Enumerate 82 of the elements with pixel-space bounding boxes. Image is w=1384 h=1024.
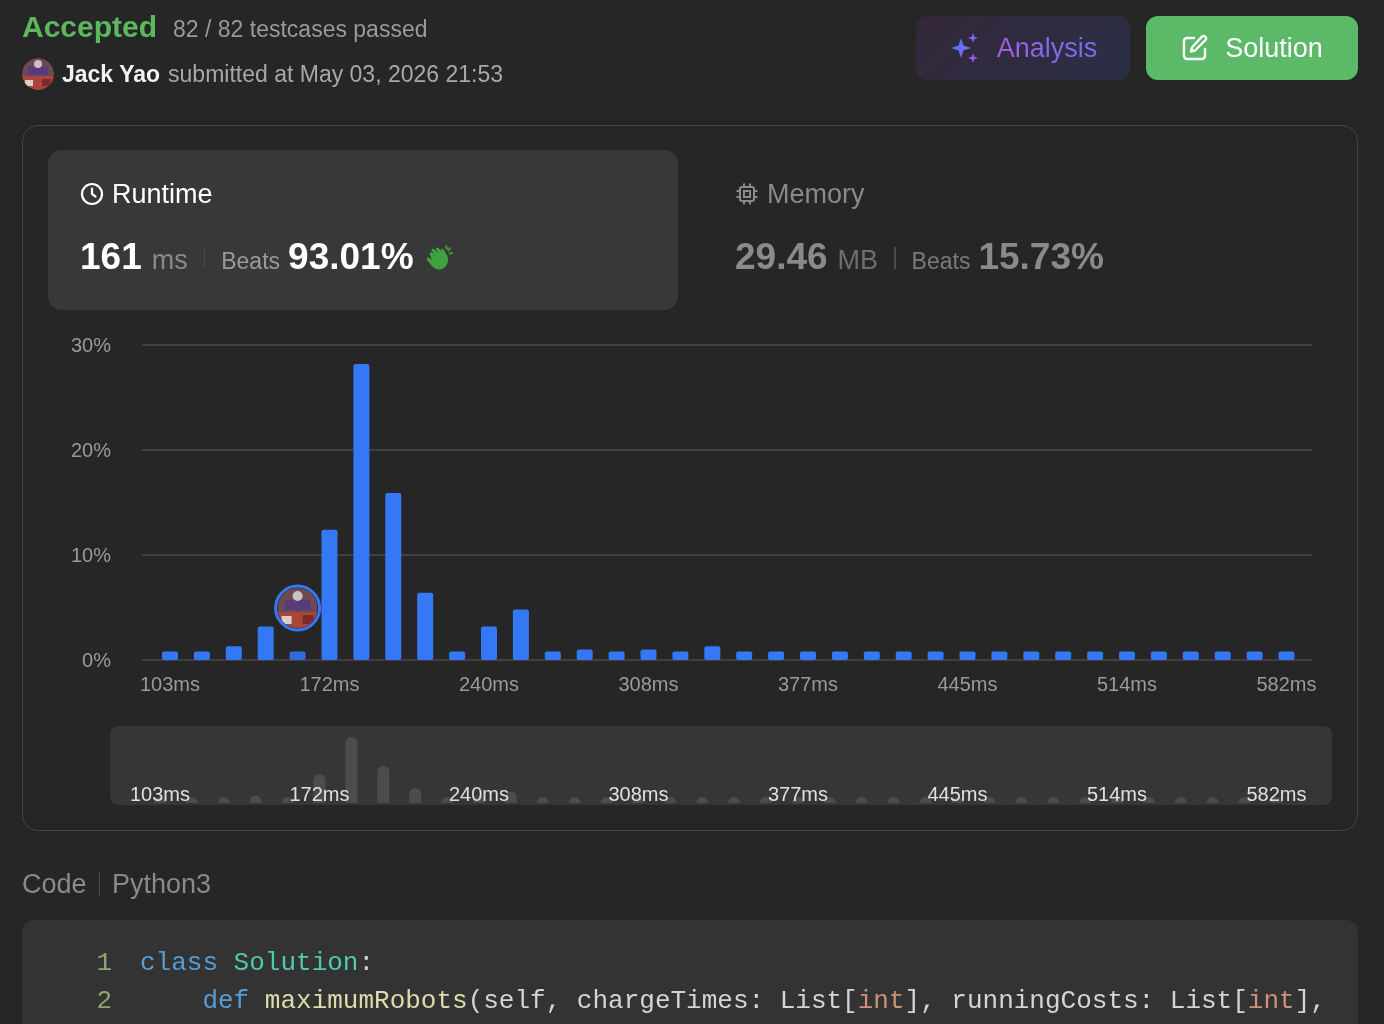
beats-percentage: 93.01%	[288, 236, 414, 278]
beats-label: Beats	[221, 248, 281, 275]
axis-label: 240ms	[449, 783, 509, 805]
bar[interactable]	[927, 651, 944, 660]
metric-title: Runtime	[112, 178, 213, 210]
bar[interactable]	[449, 651, 466, 660]
axis-label: 103ms	[140, 673, 200, 695]
axis-label: 514ms	[1087, 783, 1147, 805]
language-label: Python3	[112, 868, 212, 900]
axis-label: 10%	[70, 544, 111, 566]
axis-label: 445ms	[927, 783, 988, 805]
line-number: 1	[95, 948, 112, 978]
axis-label: 0%	[82, 649, 111, 671]
metric-value: 29.46	[735, 236, 828, 278]
axis-label: 582ms	[1246, 783, 1307, 805]
metric-tab[interactable]: Runtime 161 ms Beats 93.01%	[48, 150, 678, 310]
bar[interactable]	[640, 649, 657, 660]
range-navigator[interactable]: 103ms 172ms 240ms 308ms 377ms 445ms 514ms 582ms	[110, 726, 1332, 805]
status-label: Accepted	[22, 10, 158, 44]
line-number: 2	[95, 986, 112, 1016]
axis-label: 377ms	[778, 673, 838, 695]
metric-unit: MB	[837, 245, 879, 276]
bar[interactable]	[257, 626, 274, 660]
axis-label: 377ms	[768, 783, 828, 805]
bar[interactable]	[608, 651, 625, 660]
bar[interactable]	[1278, 651, 1295, 660]
bar[interactable]	[1182, 651, 1199, 660]
edit-icon	[1181, 34, 1210, 62]
beats-percentage: 15.73%	[978, 236, 1104, 278]
clock-icon	[80, 182, 104, 206]
axis-label: 582ms	[1256, 673, 1317, 695]
axis-label: 20%	[70, 439, 111, 461]
axis-label: 445ms	[937, 673, 998, 695]
axis-label: 103ms	[130, 783, 190, 805]
bar[interactable]	[225, 646, 242, 660]
bar[interactable]	[353, 363, 370, 660]
bar[interactable]	[991, 651, 1008, 660]
bar[interactable]	[704, 646, 721, 660]
axis-label: 308ms	[618, 673, 679, 695]
metric-value: 161	[80, 236, 142, 278]
bar[interactable]	[481, 626, 497, 660]
bar[interactable]	[768, 651, 785, 660]
bar[interactable]	[895, 651, 912, 660]
bar[interactable]	[1087, 651, 1104, 660]
bar[interactable]	[672, 651, 689, 660]
bar[interactable]	[1119, 651, 1135, 660]
chip-icon	[735, 182, 759, 206]
bar[interactable]	[1055, 651, 1072, 660]
bar[interactable]	[321, 529, 338, 660]
axis-label: 30%	[70, 334, 111, 356]
axis-label: 172ms	[299, 673, 360, 695]
bar[interactable]	[1023, 651, 1040, 660]
bar[interactable]	[512, 609, 529, 660]
axis-label: 172ms	[289, 783, 350, 805]
beats-label: Beats	[911, 248, 971, 275]
bar[interactable]	[831, 651, 848, 660]
bar[interactable]	[800, 651, 816, 660]
bar[interactable]	[1150, 651, 1167, 660]
bar[interactable]	[959, 651, 976, 660]
metric-title: Memory	[767, 178, 865, 210]
bar[interactable]	[1214, 651, 1231, 660]
submission-time: submitted at May 03, 2026 21:53	[168, 60, 504, 88]
bar[interactable]	[385, 493, 402, 660]
code-label: Code	[22, 868, 87, 900]
metric-tab[interactable]: Memory 29.46 MB Beats 15.73%	[703, 150, 1333, 310]
bar[interactable]	[736, 651, 753, 660]
author-name[interactable]: Jack Yao	[62, 60, 161, 88]
bar[interactable]	[193, 651, 210, 660]
bar[interactable]	[1246, 651, 1263, 660]
testcases-summary: 82 / 82 testcases passed	[173, 16, 428, 43]
bar[interactable]	[289, 651, 306, 660]
bar[interactable]	[162, 651, 178, 660]
axis-label: 308ms	[608, 783, 669, 805]
code-line: def maximumRobots(self, chargeTimes: List[int], runningCosts: List[int],	[201, 986, 1326, 1016]
code-line: class Solution:	[140, 948, 375, 978]
bar[interactable]	[863, 651, 880, 660]
bar[interactable]	[417, 592, 434, 660]
axis-label: 514ms	[1097, 673, 1157, 695]
bar[interactable]	[544, 651, 561, 660]
metric-unit: ms	[151, 245, 188, 276]
bar[interactable]	[576, 649, 593, 660]
axis-label: 240ms	[459, 673, 519, 695]
